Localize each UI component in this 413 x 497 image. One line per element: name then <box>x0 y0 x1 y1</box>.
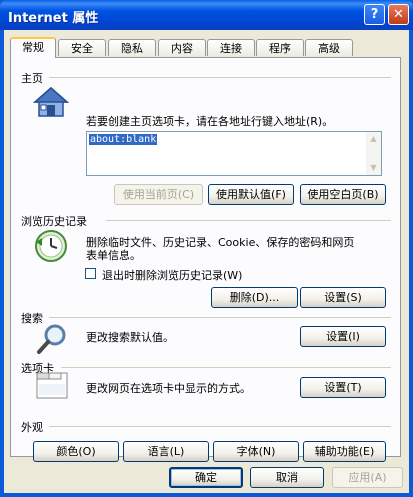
cancel-button[interactable]: 取消 <box>250 467 324 488</box>
internet-properties-window: Internet 属性 ? ✕ 常规 安全 隐私 内容 连接 程序 高级 主页 <box>0 0 413 497</box>
appearance-section-title: 外观 <box>21 421 43 434</box>
window-title: Internet 属性 <box>8 11 99 26</box>
history-desc-line2: 表单信息。 <box>86 249 141 262</box>
tab-programs[interactable]: 程序 <box>256 39 304 56</box>
tabs-settings-button[interactable]: 设置(T) <box>300 377 386 398</box>
tab-advanced[interactable]: 高级 <box>305 39 353 56</box>
history-section-title: 浏览历史记录 <box>21 215 87 228</box>
search-icon <box>35 322 69 356</box>
title-bar[interactable]: Internet 属性 ? ✕ <box>0 0 413 30</box>
languages-button[interactable]: 语言(L) <box>123 441 209 462</box>
delete-on-exit-checkbox[interactable] <box>85 268 96 279</box>
divider <box>61 367 391 368</box>
search-settings-button[interactable]: 设置(I) <box>300 326 386 347</box>
divider <box>106 220 391 221</box>
close-button[interactable]: ✕ <box>388 4 409 25</box>
divider <box>49 426 391 427</box>
tab-content[interactable]: 内容 <box>158 39 206 56</box>
divider <box>49 77 391 78</box>
scroll-down-icon[interactable]: ▼ <box>366 161 381 175</box>
scroll-up-icon[interactable]: ▲ <box>366 132 381 146</box>
tabs-desc: 更改网页在选项卡中显示的方式。 <box>86 382 251 395</box>
search-desc: 更改搜索默认值。 <box>86 331 174 344</box>
delete-history-button[interactable]: 删除(D)... <box>211 287 298 308</box>
accessibility-button[interactable]: 辅助功能(E) <box>303 441 386 462</box>
home-section-title: 主页 <box>21 72 43 85</box>
fonts-button[interactable]: 字体(N) <box>213 441 299 462</box>
general-panel: 主页 若要创建主页选项卡，请在各地址行键入地址(R)。 about:blank … <box>10 57 401 462</box>
use-default-button[interactable]: 使用默认值(F) <box>208 184 294 205</box>
tabbed-window-icon <box>35 370 69 400</box>
dialog-body: 常规 安全 隐私 内容 连接 程序 高级 主页 若要创建主页选项卡，请在各地址行… <box>4 30 409 493</box>
tab-connections[interactable]: 连接 <box>207 39 255 56</box>
address-scrollbar[interactable]: ▲ ▼ <box>366 132 381 175</box>
home-instruction: 若要创建主页选项卡，请在各地址行键入地址(R)。 <box>86 115 334 128</box>
history-clock-icon <box>33 228 69 264</box>
delete-on-exit-label[interactable]: 退出时删除浏览历史记录(W) <box>102 267 242 283</box>
use-current-button[interactable]: 使用当前页(C) <box>114 184 203 205</box>
tab-privacy[interactable]: 隐私 <box>108 39 156 56</box>
history-settings-button[interactable]: 设置(S) <box>300 287 386 308</box>
home-icon <box>33 86 69 118</box>
tab-general[interactable]: 常规 <box>10 37 56 58</box>
home-address-field[interactable]: about:blank ▲ ▼ <box>86 131 382 176</box>
help-button[interactable]: ? <box>364 4 385 25</box>
ok-button[interactable]: 确定 <box>169 467 243 488</box>
divider <box>49 317 391 318</box>
apply-button[interactable]: 应用(A) <box>332 467 403 488</box>
tab-security[interactable]: 安全 <box>58 39 106 56</box>
use-blank-button[interactable]: 使用空白页(B) <box>300 184 386 205</box>
colors-button[interactable]: 颜色(O) <box>33 441 119 462</box>
home-address-value[interactable]: about:blank <box>89 134 158 145</box>
